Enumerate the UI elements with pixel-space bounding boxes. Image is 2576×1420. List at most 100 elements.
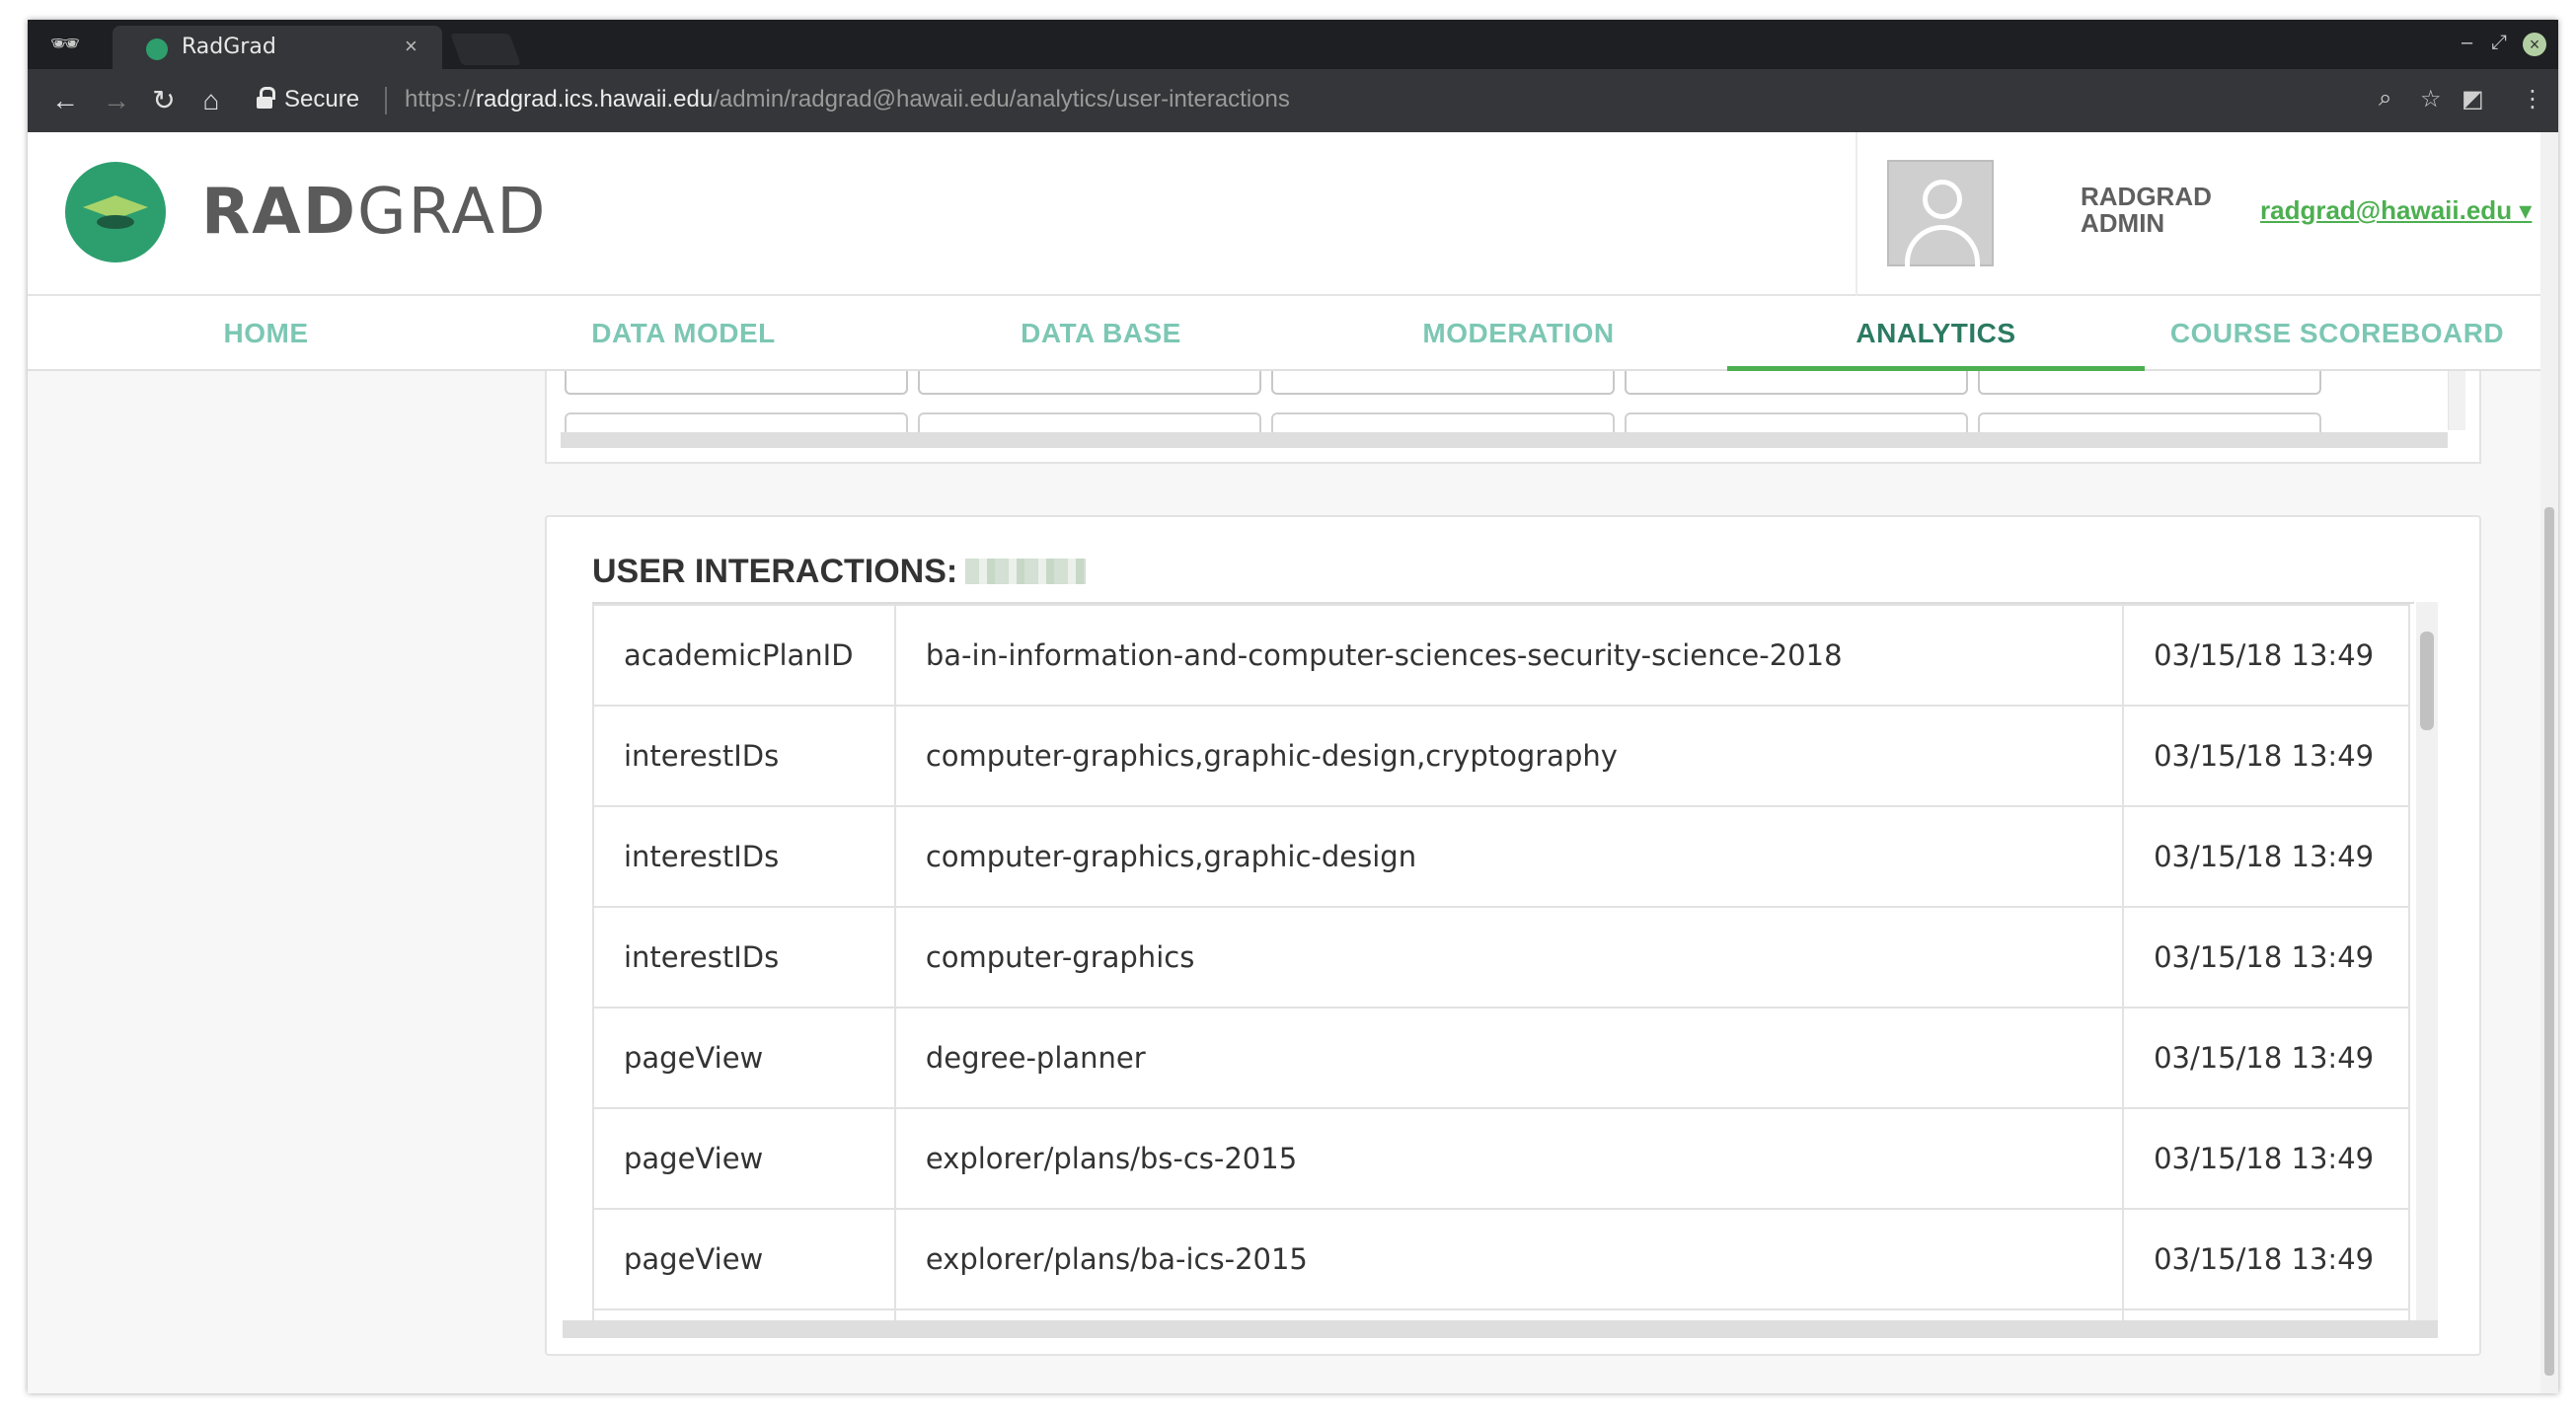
user-button[interactable] bbox=[1625, 412, 1968, 432]
address-separator bbox=[385, 87, 387, 114]
nav-data-model[interactable]: DATA MODEL bbox=[475, 296, 892, 371]
tab-close-icon[interactable]: × bbox=[405, 34, 417, 59]
table-vertical-scrollbar[interactable] bbox=[2416, 602, 2438, 1320]
minimize-button[interactable]: – bbox=[2462, 32, 2472, 54]
browser-menu-icon[interactable]: ⋮ bbox=[2521, 85, 2544, 113]
redacted-username bbox=[965, 559, 1087, 584]
user-button[interactable] bbox=[1271, 371, 1615, 395]
avatar-head bbox=[1923, 180, 1962, 219]
user-button[interactable] bbox=[1271, 412, 1615, 432]
user-role-line2: ADMIN bbox=[2081, 208, 2165, 238]
url-text[interactable]: https://radgrad.ics.hawaii.edu/admin/rad… bbox=[405, 86, 1290, 113]
interactions-table-container[interactable]: academicPlanID ba-in-information-and-comp… bbox=[592, 602, 2414, 1320]
interaction-time-cell: 03/15/18 13:49 bbox=[2122, 705, 2410, 807]
user-button[interactable] bbox=[918, 412, 1261, 432]
table-row: pageView explorer/plans/ba-ics-2015 03/15/… bbox=[592, 1208, 2410, 1310]
site-header: RADGRAD RADGRAD ADMIN radgrad@hawaii.edu… bbox=[28, 132, 2540, 296]
page-scroll-thumb[interactable] bbox=[2544, 507, 2554, 1376]
interaction-type-cell: academicPlanID bbox=[592, 604, 896, 707]
interaction-value-cell: computer-graphics bbox=[893, 906, 2125, 1009]
table-row-partial bbox=[592, 1308, 2410, 1320]
cap-base bbox=[97, 215, 134, 229]
brand-light: GRAD bbox=[356, 176, 548, 249]
user-role: RADGRAD ADMIN bbox=[2081, 184, 2212, 237]
avatar bbox=[1887, 160, 1994, 274]
home-icon[interactable]: ⌂ bbox=[193, 83, 229, 118]
user-button[interactable] bbox=[1978, 412, 2321, 432]
empty-cell bbox=[592, 1308, 896, 1320]
url-path: /admin/radgrad@hawaii.edu/analytics/user… bbox=[713, 86, 1290, 112]
nav-course-scoreboard[interactable]: COURSE SCOREBOARD bbox=[2145, 296, 2530, 371]
user-box: RADGRAD ADMIN radgrad@hawaii.edu ▾ bbox=[1856, 132, 2540, 296]
user-button[interactable] bbox=[918, 371, 1261, 395]
user-menu-dropdown[interactable]: radgrad@hawaii.edu ▾ bbox=[2260, 195, 2532, 226]
nav-home[interactable]: HOME bbox=[57, 296, 475, 371]
browser-window: 🕶 RadGrad × – ⤢ × ← → ↻ ⌂ Secure https:/… bbox=[28, 20, 2558, 1393]
nav-analytics[interactable]: ANALYTICS bbox=[1727, 296, 2145, 373]
user-button[interactable] bbox=[1978, 371, 2321, 395]
tab-title: RadGrad bbox=[182, 35, 276, 59]
table-row: interestIDs computer-graphics,graphic-des… bbox=[592, 805, 2410, 908]
interaction-type-cell: pageView bbox=[592, 1208, 896, 1310]
browser-toolbar: ← → ↻ ⌂ Secure https://radgrad.ics.hawai… bbox=[28, 69, 2558, 132]
interaction-time-cell: 03/15/18 13:49 bbox=[2122, 906, 2410, 1009]
browser-tab[interactable]: RadGrad × bbox=[113, 26, 442, 69]
user-button[interactable] bbox=[565, 412, 908, 432]
back-icon[interactable]: ← bbox=[47, 83, 83, 118]
zoom-icon[interactable]: ⌕ bbox=[2379, 85, 2391, 112]
url-scheme: https:// bbox=[405, 86, 477, 112]
incognito-icon: 🕶 bbox=[49, 31, 81, 57]
interactions-title-text: USER INTERACTIONS: bbox=[592, 553, 958, 590]
interaction-type-cell: pageView bbox=[592, 1007, 896, 1109]
table-horizontal-scrollbar[interactable] bbox=[563, 1320, 2438, 1338]
restore-button[interactable]: ⤢ bbox=[2491, 32, 2507, 54]
interactions-title: USER INTERACTIONS: bbox=[592, 553, 1087, 591]
reload-icon[interactable]: ↻ bbox=[146, 83, 182, 118]
interaction-type-cell: pageView bbox=[592, 1107, 896, 1210]
lock-icon bbox=[257, 87, 275, 111]
interaction-time-cell: 03/15/18 13:49 bbox=[2122, 805, 2410, 908]
interaction-value-cell: explorer/plans/ba-ics-2015 bbox=[893, 1208, 2125, 1310]
user-interactions-card: USER INTERACTIONS: academicPlanID ba-in-i… bbox=[545, 515, 2481, 1356]
table-row: academicPlanID ba-in-information-and-comp… bbox=[592, 604, 2410, 707]
interaction-value-cell: explorer/plans/bs-cs-2015 bbox=[893, 1107, 2125, 1210]
radgrad-logo[interactable] bbox=[65, 162, 166, 262]
interaction-time-cell: 03/15/18 13:49 bbox=[2122, 1107, 2410, 1210]
table-row: pageView degree-planner 03/15/18 13:49 bbox=[592, 1007, 2410, 1109]
interaction-value-cell: ba-in-information-and-computer-sciences-… bbox=[893, 604, 2125, 707]
interaction-value-cell: computer-graphics,graphic-design,cryptog… bbox=[893, 705, 2125, 807]
vertical-scrollbar[interactable] bbox=[2448, 371, 2465, 430]
new-tab-button[interactable] bbox=[450, 34, 521, 65]
url-host: radgrad.ics.hawaii.edu bbox=[476, 86, 714, 112]
user-list-card bbox=[545, 371, 2481, 464]
nav-moderation[interactable]: MODERATION bbox=[1310, 296, 1727, 371]
nav-data-base[interactable]: DATA BASE bbox=[892, 296, 1310, 371]
horizontal-scrollbar[interactable] bbox=[561, 432, 2448, 448]
user-button[interactable] bbox=[565, 371, 908, 395]
empty-cell bbox=[2122, 1308, 2410, 1320]
interaction-time-cell: 03/15/18 13:49 bbox=[2122, 604, 2410, 707]
interaction-value-cell: computer-graphics,graphic-design bbox=[893, 805, 2125, 908]
address-bar[interactable]: Secure https://radgrad.ics.hawaii.edu/ad… bbox=[247, 79, 2438, 122]
secure-label: Secure bbox=[284, 86, 360, 112]
user-role-line1: RADGRAD bbox=[2081, 182, 2212, 211]
interaction-type-cell: interestIDs bbox=[592, 805, 896, 908]
page-scrollbar[interactable] bbox=[2540, 132, 2558, 1393]
bookmark-star-icon[interactable]: ☆ bbox=[2420, 85, 2442, 113]
brand-bold: RAD bbox=[201, 176, 357, 249]
interaction-type-cell: interestIDs bbox=[592, 906, 896, 1009]
avatar-body bbox=[1905, 225, 1980, 274]
interaction-time-cell: 03/15/18 13:49 bbox=[2122, 1007, 2410, 1109]
user-button[interactable] bbox=[1625, 371, 1968, 395]
brand-name[interactable]: RADGRAD bbox=[201, 176, 547, 249]
favicon-icon bbox=[146, 38, 168, 60]
table-row: interestIDs computer-graphics 03/15/18 13:… bbox=[592, 906, 2410, 1009]
interaction-value-cell: degree-planner bbox=[893, 1007, 2125, 1109]
interactions-table: academicPlanID ba-in-information-and-comp… bbox=[592, 604, 2410, 1320]
empty-cell bbox=[893, 1308, 2125, 1320]
extension-icon[interactable]: ◩ bbox=[2462, 85, 2484, 113]
window-close-button[interactable]: × bbox=[2523, 33, 2546, 56]
table-vertical-scroll-thumb[interactable] bbox=[2420, 632, 2434, 730]
forward-icon[interactable]: → bbox=[99, 83, 134, 118]
main-nav: HOME DATA MODEL DATA BASE MODERATION ANA… bbox=[28, 296, 2540, 373]
